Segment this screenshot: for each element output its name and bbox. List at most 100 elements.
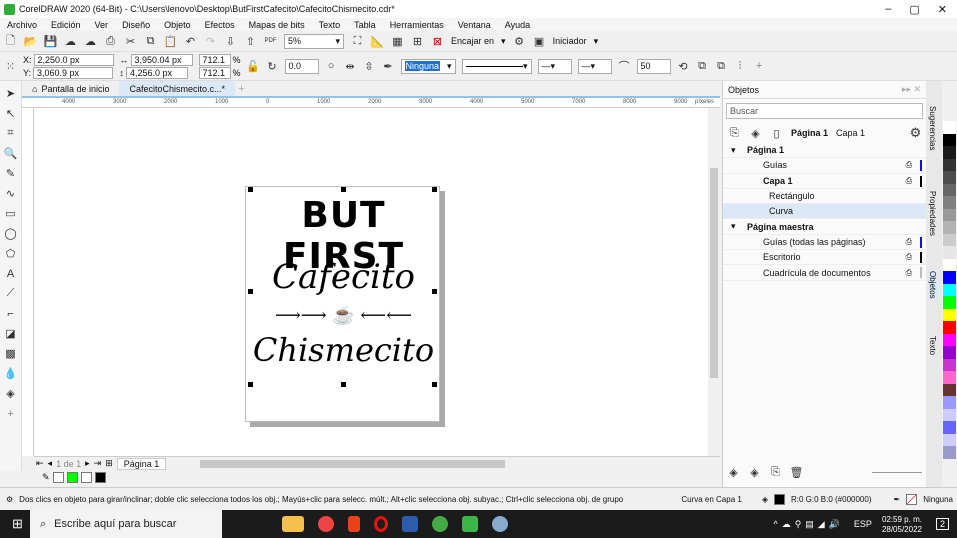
palette-swatch[interactable] <box>943 333 956 346</box>
swatch[interactable] <box>80 471 92 483</box>
drawing-canvas[interactable]: BUT FIRST Cafecito ⟶⟶ ☕ ⟵⟵ Chismecito <box>34 108 708 456</box>
tab-texto[interactable]: Texto <box>928 336 937 355</box>
freehand-tool-icon[interactable]: ✎ <box>4 167 17 180</box>
palette-swatch[interactable] <box>943 121 956 134</box>
snap-icon[interactable]: ⊠ <box>431 35 444 48</box>
cut-icon[interactable]: ✂ <box>124 35 137 48</box>
tab-propiedades[interactable]: Propiedades <box>928 191 937 236</box>
menu-0[interactable]: Archivo <box>0 20 44 30</box>
palette-swatch[interactable] <box>943 233 956 246</box>
rectangle-tool-icon[interactable]: ▭ <box>4 207 17 220</box>
prev-page-button[interactable]: ◂ <box>48 458 53 469</box>
current-page-icon[interactable]: ⎘ <box>728 127 741 140</box>
lock-ratio-icon[interactable]: 🔓 <box>246 60 260 73</box>
crop-tool-icon[interactable]: ⌗ <box>4 127 17 140</box>
menu-8[interactable]: Tabla <box>347 20 383 30</box>
options-gear-icon[interactable]: ⚙ <box>513 35 526 48</box>
adjust-icon[interactable]: ⫶ <box>734 60 747 73</box>
maximize-button[interactable]: ▢ <box>909 3 919 16</box>
palette-swatch[interactable] <box>943 421 956 434</box>
palette-swatch[interactable] <box>943 196 956 209</box>
pdf-icon[interactable]: PDF <box>264 35 277 48</box>
mirror-vertical-icon[interactable]: ⇳ <box>363 60 376 73</box>
printer-icon[interactable]: ⎙ <box>906 268 912 278</box>
tab-objetos[interactable]: Objetos <box>928 271 937 299</box>
object-tree-item[interactable]: Rectángulo <box>723 189 926 205</box>
end-arrow-select[interactable]: —▾ <box>577 58 612 74</box>
object-tree-item[interactable]: Guías ⎙ <box>723 158 926 174</box>
fill-tool-icon[interactable]: ◈ <box>4 387 17 400</box>
menu-6[interactable]: Mapas de bits <box>242 20 312 30</box>
shadow-tool-icon[interactable]: ◪ <box>4 327 17 340</box>
office-icon[interactable] <box>348 516 360 532</box>
snap-to-dropdown[interactable]: Encajar en <box>451 36 494 46</box>
start-arrow-select[interactable]: —▾ <box>537 58 572 74</box>
add-tool-icon[interactable]: + <box>4 407 17 420</box>
palette-swatch[interactable] <box>943 146 956 159</box>
palette-swatch[interactable] <box>943 208 956 221</box>
horizontal-scrollbar[interactable] <box>200 459 506 468</box>
rotate-icon[interactable]: ↻ <box>266 60 279 73</box>
swatch[interactable] <box>66 471 78 483</box>
zoom-tool-icon[interactable]: 🔍 <box>4 147 18 160</box>
ellipse-tool-icon[interactable]: ◯ <box>4 227 17 240</box>
file-explorer-icon[interactable] <box>282 516 304 532</box>
x-position-field[interactable]: 2,250.0 px <box>33 53 114 66</box>
palette-swatch[interactable] <box>943 321 956 334</box>
notifications-icon[interactable]: 2 <box>935 518 949 530</box>
menu-1[interactable]: Edición <box>44 20 88 30</box>
palette-swatch[interactable] <box>943 383 956 396</box>
copy-icon[interactable]: ⧉ <box>144 35 157 48</box>
page-tab[interactable]: Página 1 <box>116 457 167 470</box>
redo-icon[interactable]: ↷ <box>204 35 217 48</box>
rulers-icon[interactable]: 📐 <box>371 35 385 48</box>
guides-icon[interactable]: ⊞ <box>411 35 424 48</box>
eyedropper-tool-icon[interactable]: 💧 <box>4 367 18 380</box>
wrap-text-icon[interactable]: ⟲ <box>677 60 690 73</box>
line-style-select[interactable]: ▾ <box>461 58 532 74</box>
outline-swatch[interactable] <box>906 493 918 505</box>
export-icon[interactable]: ⇧ <box>244 35 257 48</box>
zoom-select[interactable]: 5% ▾ <box>284 33 344 49</box>
first-page-button[interactable]: ⇤ <box>36 458 44 469</box>
fill-swatch[interactable] <box>773 493 785 505</box>
menu-5[interactable]: Efectos <box>198 20 242 30</box>
rotation-field[interactable]: 0.0 <box>284 58 319 74</box>
layers-icon[interactable]: ◈ <box>749 127 762 140</box>
chrome-profile-icon[interactable] <box>432 516 448 532</box>
transparency-tool-icon[interactable]: ▩ <box>4 347 17 360</box>
palette-swatch[interactable] <box>943 358 956 371</box>
palette-swatch[interactable] <box>943 133 956 146</box>
palette-swatch[interactable] <box>943 158 956 171</box>
next-page-button[interactable]: ▸ <box>85 458 90 469</box>
to-front-icon[interactable]: ⧉ <box>696 60 709 73</box>
pick-tool-icon[interactable]: ➤ <box>4 87 17 100</box>
scale-y-field[interactable]: 712.1 <box>198 66 231 79</box>
cloud-upload-icon[interactable]: ☁ <box>84 35 97 48</box>
object-tree-item[interactable]: Curva <box>723 204 926 220</box>
palette-swatch[interactable] <box>943 258 956 271</box>
connector-tool-icon[interactable]: ⌐ <box>4 307 17 320</box>
object-tree-item[interactable]: Guías (todas las páginas) ⎙ <box>723 235 926 251</box>
launcher-dropdown[interactable]: Iniciador <box>553 36 587 46</box>
palette-swatch[interactable] <box>943 346 956 359</box>
add-icon[interactable]: + <box>753 60 766 73</box>
page[interactable]: BUT FIRST Cafecito ⟶⟶ ☕ ⟵⟵ Chismecito <box>245 186 440 422</box>
objects-search-input[interactable]: Buscar <box>726 103 923 119</box>
vertical-scrollbar[interactable] <box>708 108 720 456</box>
artistic-media-icon[interactable]: ∿ <box>4 187 17 200</box>
cloud-download-icon[interactable]: ☁ <box>64 35 77 48</box>
printer-icon[interactable]: ⎙ <box>906 176 912 186</box>
panel-options-gear-icon[interactable]: ⚙ <box>909 125 922 140</box>
clock[interactable]: 02:59 p. m. 28/05/2022 <box>882 515 922 534</box>
palette-swatch[interactable] <box>943 408 956 421</box>
palette-swatch[interactable] <box>943 433 956 446</box>
menu-3[interactable]: Diseño <box>115 20 157 30</box>
palette-swatch[interactable] <box>943 308 956 321</box>
object-tree-item[interactable]: Cuadrícula de documentos ⎙ <box>723 265 926 281</box>
tab-sugerencias[interactable]: Sugerencias <box>928 106 937 150</box>
palette-swatch[interactable] <box>943 296 956 309</box>
new-document-icon[interactable]: 🗋 <box>4 35 17 48</box>
menu-4[interactable]: Objeto <box>157 20 198 30</box>
expand-icon[interactable]: ▾ <box>731 221 747 232</box>
